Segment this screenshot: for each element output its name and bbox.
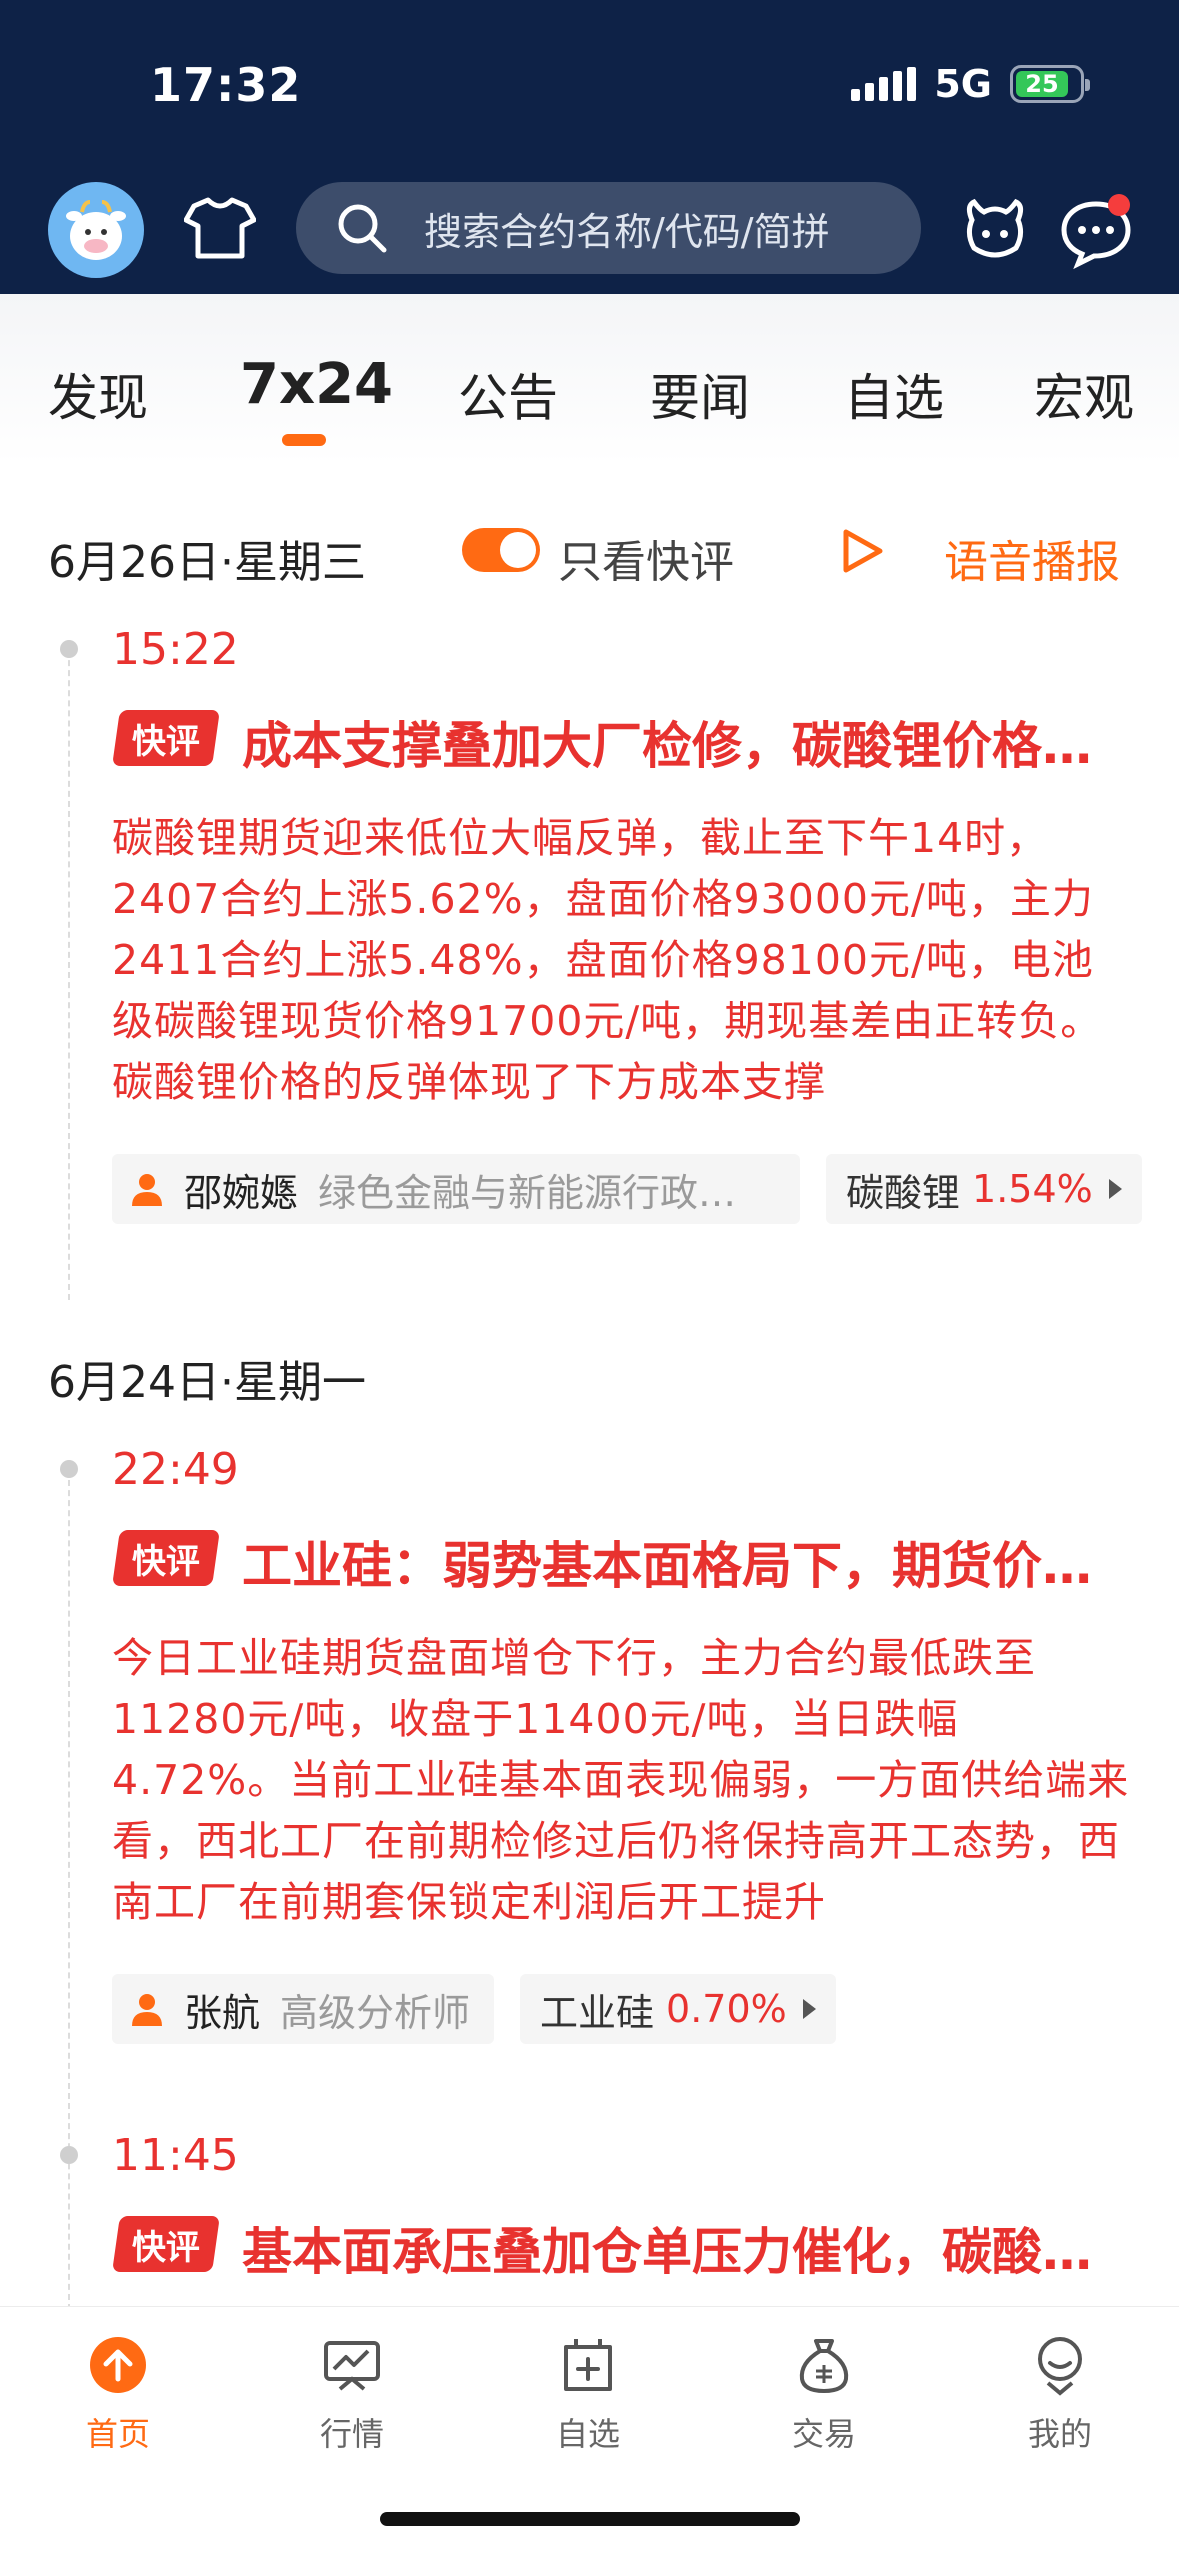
quick-review-toggle-label: 只看快评 <box>558 537 734 588</box>
author-chip[interactable]: 邵婉嫕 绿色金融与新能源行政研究员 <box>112 1154 800 1224</box>
tab-announcements[interactable]: 公告 <box>458 358 558 430</box>
author-title: 绿色金融与新能源行政研究员 <box>318 1170 758 1215</box>
voice-broadcast-button[interactable]: 语音播报 <box>944 526 1120 590</box>
search-icon <box>338 204 387 253</box>
news-time: 15:22 <box>112 624 239 675</box>
cellular-signal-icon <box>851 67 917 101</box>
notification-badge <box>1108 194 1130 216</box>
profile-icon <box>1038 2337 1082 2396</box>
quick-review-badge: 快评 <box>112 710 220 766</box>
contract-change: 1.54% <box>972 1167 1093 1211</box>
active-tab-indicator <box>282 434 326 446</box>
search-placeholder: 搜索合约名称/代码/简拼 <box>424 209 830 254</box>
tab-watchlist[interactable]: 自选 <box>844 358 944 430</box>
status-time: 17:32 <box>150 58 302 112</box>
author-name: 张航 <box>184 1990 261 2035</box>
news-body[interactable]: 今日工业硅期货盘面增仓下行，主力合约最低跌至11280元/吨，收盘于11400元… <box>112 1628 1132 1933</box>
quick-review-badge: 快评 <box>112 1530 220 1586</box>
quick-review-toggle[interactable] <box>462 528 540 572</box>
news-headline[interactable]: 基本面承压叠加仓单压力催化，碳酸锂价格下行 <box>242 2212 1122 2284</box>
timeline-line <box>68 1470 70 2310</box>
news-time: 22:49 <box>112 1444 239 1495</box>
related-contract-chip[interactable]: 工业硅 0.70% <box>520 1974 836 2044</box>
home-arrow-icon <box>90 2337 146 2393</box>
timeline-line <box>68 650 70 1300</box>
author-title: 高级分析师 <box>280 1990 471 2035</box>
news-headline[interactable]: 工业硅：弱势基本面格局下，期货价格承压 <box>242 1526 1122 1598</box>
contract-name: 工业硅 <box>540 1990 655 2035</box>
user-avatar[interactable] <box>48 182 144 278</box>
nav-watchlist-label: 自选 <box>555 2415 620 2453</box>
battery-level: 25 <box>1016 70 1068 98</box>
nav-home[interactable]: 首页 <box>38 2333 198 2455</box>
date-header: 6月26日·星期三 <box>48 537 366 588</box>
timeline-dot <box>60 1460 78 1478</box>
cow-avatar-icon <box>66 200 126 260</box>
tab-7x24[interactable]: 7x24 <box>240 352 393 417</box>
nav-market[interactable]: 行情 <box>272 2333 432 2455</box>
nav-profile-label: 我的 <box>1027 2415 1092 2453</box>
nav-trade-label: 交易 <box>791 2415 856 2453</box>
nav-home-label: 首页 <box>85 2415 150 2453</box>
chart-icon <box>324 2341 380 2391</box>
arrow-right-icon <box>802 1999 816 2019</box>
date-header: 6月24日·星期一 <box>48 1357 366 1408</box>
cow-assistant-icon[interactable] <box>960 190 1030 270</box>
nav-profile[interactable]: 我的 <box>980 2333 1140 2455</box>
timeline-dot <box>60 640 78 658</box>
news-headline[interactable]: 成本支撑叠加大厂检修，碳酸锂价格反弹 <box>242 706 1122 778</box>
category-tabs: 发现 7x24 公告 要闻 自选 宏观 <box>0 294 1179 464</box>
status-icons: 5G 25 <box>851 62 1090 106</box>
nav-trade[interactable]: 交易 <box>744 2333 904 2455</box>
person-icon <box>132 1994 162 2026</box>
person-icon <box>132 1174 162 1206</box>
author-chip[interactable]: 张航 高级分析师 <box>112 1974 494 2044</box>
quick-review-badge: 快评 <box>112 2216 220 2272</box>
play-icon[interactable] <box>840 528 884 574</box>
app-header: 17:32 5G 25 搜索合约名称/代码/简拼 <box>0 0 1179 294</box>
arrow-right-icon <box>1108 1179 1122 1199</box>
home-indicator <box>380 2512 800 2526</box>
news-time: 11:45 <box>112 2130 239 2181</box>
battery-icon: 25 <box>1010 65 1090 103</box>
search-bar[interactable]: 搜索合约名称/代码/简拼 <box>296 182 921 274</box>
tab-discover[interactable]: 发现 <box>48 358 148 430</box>
network-type: 5G <box>934 62 992 106</box>
timeline-dot <box>60 2146 78 2164</box>
tshirt-icon[interactable] <box>184 196 256 260</box>
news-body[interactable]: 碳酸锂期货迎来低位大幅反弹，截止至下午14时，2407合约上涨5.62%，盘面价… <box>112 808 1132 1113</box>
tab-headlines[interactable]: 要闻 <box>650 358 750 430</box>
nav-market-label: 行情 <box>319 2415 384 2453</box>
contract-change: 0.70% <box>666 1987 787 2031</box>
author-name: 邵婉嫕 <box>184 1170 299 1215</box>
related-contract-chip[interactable]: 碳酸锂 1.54% <box>826 1154 1142 1224</box>
money-bag-icon <box>799 2339 849 2394</box>
tab-macro[interactable]: 宏观 <box>1034 358 1134 430</box>
nav-watchlist[interactable]: 自选 <box>508 2333 668 2455</box>
add-favorite-icon <box>564 2339 612 2391</box>
contract-name: 碳酸锂 <box>846 1170 961 1215</box>
